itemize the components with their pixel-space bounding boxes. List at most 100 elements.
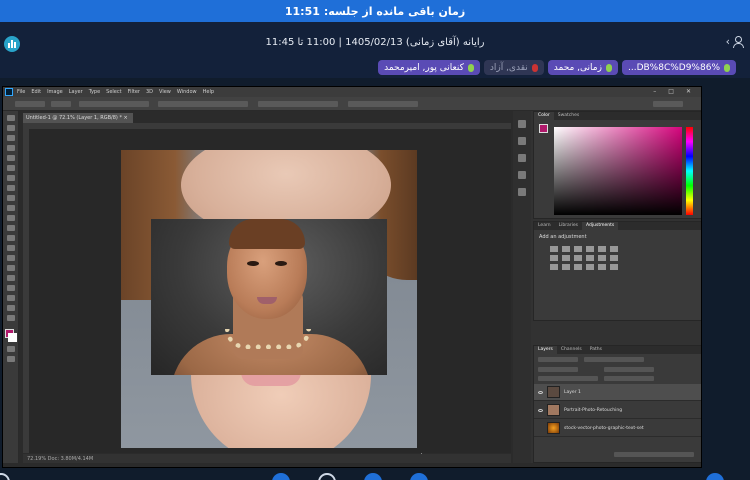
layer-1-image[interactable]: [151, 219, 387, 375]
control-button[interactable]: [318, 473, 336, 480]
more-tools-icon[interactable]: [6, 315, 15, 321]
fill-field[interactable]: [604, 376, 654, 381]
color-balance-icon[interactable]: [550, 255, 558, 261]
layer-filter-dropdown[interactable]: [538, 357, 578, 362]
quick-mask-icon[interactable]: [6, 346, 15, 352]
user-menu-button[interactable]: ‹: [726, 35, 744, 48]
zoom-tool-icon[interactable]: [6, 305, 15, 311]
shape-tool-icon[interactable]: [6, 285, 15, 291]
paragraph-panel-icon[interactable]: [518, 188, 526, 196]
participant-chip[interactable]: زمانی, محمد: [547, 60, 618, 75]
opacity-field[interactable]: [604, 367, 654, 372]
path-selection-tool-icon[interactable]: [6, 275, 15, 281]
3d-mode-controls[interactable]: [348, 101, 418, 107]
move-tool-icon[interactable]: [6, 115, 15, 121]
layer-filter-icons[interactable]: [584, 357, 644, 362]
app-logo-icon[interactable]: [4, 36, 20, 52]
threshold-icon[interactable]: [562, 264, 570, 270]
menu-item[interactable]: Window: [177, 89, 197, 95]
maximize-button[interactable]: □: [668, 88, 674, 95]
layer-row[interactable]: Layer 1: [534, 384, 701, 401]
menu-item[interactable]: Edit: [31, 89, 41, 95]
control-button[interactable]: [706, 473, 724, 480]
photo-filter-icon[interactable]: [574, 255, 582, 261]
brush-tool-icon[interactable]: [6, 185, 15, 191]
option-control[interactable]: [15, 101, 45, 107]
menu-item[interactable]: File: [17, 89, 25, 95]
control-button[interactable]: [0, 473, 10, 480]
menu-item[interactable]: Type: [89, 89, 100, 95]
control-button[interactable]: [364, 473, 382, 480]
tab-channels[interactable]: Channels: [557, 346, 586, 354]
exposure-icon[interactable]: [586, 246, 594, 252]
control-button[interactable]: [272, 473, 290, 480]
participant-chip[interactable]: کنعانی پور, امیرمحمد: [378, 60, 480, 75]
menu-item[interactable]: Filter: [128, 89, 140, 95]
healing-tool-icon[interactable]: [6, 175, 15, 181]
tab-libraries[interactable]: Libraries: [555, 222, 582, 230]
background-color-swatch[interactable]: [8, 333, 17, 342]
color-lookup-icon[interactable]: [598, 255, 606, 261]
black-white-icon[interactable]: [562, 255, 570, 261]
menu-item[interactable]: Select: [106, 89, 121, 95]
stamp-tool-icon[interactable]: [6, 195, 15, 201]
blend-mode-dropdown[interactable]: [538, 367, 578, 372]
participant-chip[interactable]: نقدی, آزاد: [483, 60, 544, 75]
hand-tool-icon[interactable]: [6, 295, 15, 301]
posterize-icon[interactable]: [550, 264, 558, 270]
levels-icon[interactable]: [562, 246, 570, 252]
character-panel-icon[interactable]: [518, 171, 526, 179]
selective-color-icon[interactable]: [574, 264, 582, 270]
tab-paths[interactable]: Paths: [586, 346, 606, 354]
eraser-tool-icon[interactable]: [6, 215, 15, 221]
magic-wand-tool-icon[interactable]: [6, 145, 15, 151]
screen-share-view[interactable]: File Edit Image Layer Type Select Filter…: [2, 86, 702, 468]
menu-item[interactable]: View: [159, 89, 171, 95]
type-tool-icon[interactable]: [6, 265, 15, 271]
marquee-tool-icon[interactable]: [6, 125, 15, 131]
document-tab[interactable]: Untitled-1 @ 72.1% (Layer 1, RGB/8) * ×: [23, 113, 133, 123]
close-button[interactable]: ✕: [686, 88, 691, 95]
vibrance-icon[interactable]: [598, 246, 606, 252]
eyedropper-tool-icon[interactable]: [6, 165, 15, 171]
layer-row[interactable]: Portrait-Photo-Retouching: [534, 402, 701, 419]
gradient-map-icon[interactable]: [586, 264, 594, 270]
menu-item[interactable]: Help: [203, 89, 214, 95]
solid-color-icon[interactable]: [598, 264, 606, 270]
properties-panel-icon[interactable]: [518, 137, 526, 145]
crop-tool-icon[interactable]: [6, 155, 15, 161]
brush-panel-icon[interactable]: [518, 154, 526, 162]
lasso-tool-icon[interactable]: [6, 135, 15, 141]
hue-slider[interactable]: [686, 127, 693, 215]
option-control[interactable]: [51, 101, 71, 107]
tab-learn[interactable]: Learn: [534, 222, 555, 230]
layer-action-buttons[interactable]: [614, 452, 694, 457]
tab-swatches[interactable]: Swatches: [554, 112, 584, 120]
layer-row[interactable]: stock-vector-photo-graphic-text-set: [534, 420, 701, 437]
minimize-button[interactable]: –: [653, 88, 656, 95]
brightness-icon[interactable]: [550, 246, 558, 252]
history-panel-icon[interactable]: [518, 120, 526, 128]
color-panel-swatch[interactable]: [539, 124, 548, 133]
screen-mode-icon[interactable]: [6, 356, 15, 362]
tab-color[interactable]: Color: [534, 112, 554, 120]
menu-item[interactable]: Layer: [69, 89, 83, 95]
tab-adjustments[interactable]: Adjustments: [582, 222, 619, 230]
pen-tool-icon[interactable]: [6, 255, 15, 261]
lock-controls[interactable]: [538, 376, 598, 381]
search-controls[interactable]: [653, 101, 683, 107]
gradient-tool-icon[interactable]: [6, 225, 15, 231]
participant-chip[interactable]: DB%8C%D9%86%...: [621, 60, 736, 75]
blur-tool-icon[interactable]: [6, 235, 15, 241]
menu-item[interactable]: Image: [47, 89, 63, 95]
invert-icon[interactable]: [610, 255, 618, 261]
curves-icon[interactable]: [574, 246, 582, 252]
option-control[interactable]: [79, 101, 149, 107]
pattern-icon[interactable]: [610, 264, 618, 270]
hue-saturation-icon[interactable]: [610, 246, 618, 252]
tab-layers[interactable]: Layers: [534, 346, 557, 354]
visibility-eye-icon[interactable]: [538, 390, 543, 394]
color-picker-field[interactable]: [554, 127, 682, 215]
align-controls[interactable]: [158, 101, 248, 107]
distribute-controls[interactable]: [258, 101, 338, 107]
